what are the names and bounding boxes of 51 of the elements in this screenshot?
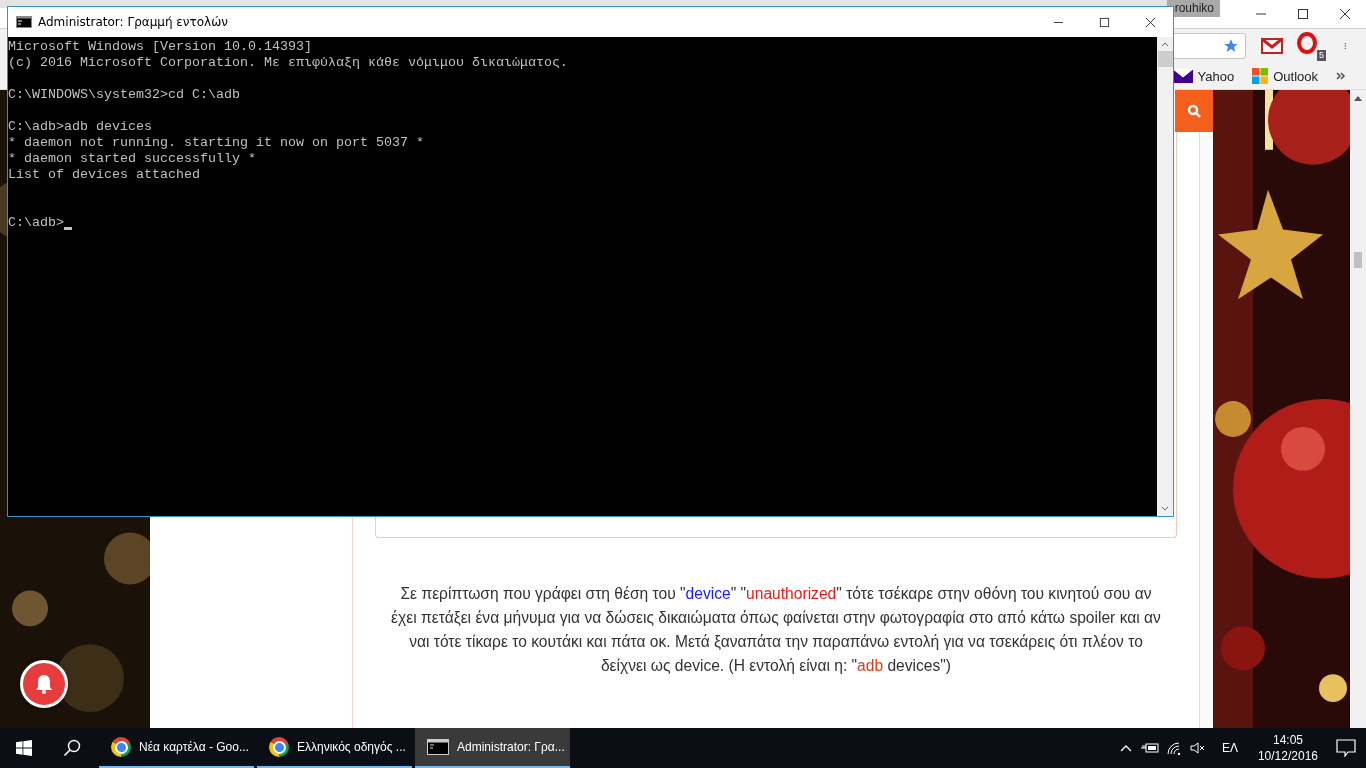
wifi-icon[interactable] xyxy=(1165,741,1182,755)
taskbar-button[interactable]: Administrator: Γρα... xyxy=(415,728,570,768)
windows-logo-icon xyxy=(1252,68,1269,84)
chrome-icon xyxy=(111,737,131,757)
clock-time: 14:05 xyxy=(1272,732,1303,748)
window-title: Administrator: Γραμμή εντολών xyxy=(38,15,229,29)
star-icon[interactable] xyxy=(1223,38,1239,54)
text-cursor xyxy=(64,227,72,230)
search-icon[interactable] xyxy=(63,739,81,757)
taskbar-label: Administrator: Γρα... xyxy=(457,740,565,754)
scroll-thumb[interactable] xyxy=(1157,51,1173,67)
clock[interactable]: 14:05 10/12/2016 xyxy=(1257,732,1318,764)
extension-badge: 5 xyxy=(1317,50,1326,61)
console-line: * daemon started successfully * xyxy=(8,151,256,167)
console-line: List of devices attached xyxy=(8,167,200,183)
taskbar-label: Νέα καρτέλα - Goo... xyxy=(139,740,249,754)
maximize-icon[interactable] xyxy=(1297,8,1309,20)
maximize-icon[interactable] xyxy=(1098,16,1110,28)
windows-logo-icon[interactable] xyxy=(16,740,32,756)
console-line: C:\adb>adb devices xyxy=(8,119,152,135)
address-field[interactable] xyxy=(1174,33,1246,59)
console-line: (c) 2016 Microsoft Corporation. Με επιφύλαξη κάθε νόμιμου δικαιώματος. xyxy=(8,55,568,71)
console-line: Microsoft Windows [Version 10.0.14393] xyxy=(8,39,312,55)
taskbar-label: Ελληνικός οδηγός ... xyxy=(297,740,406,754)
arrow-up-icon[interactable] xyxy=(1354,96,1362,101)
bookmark-link[interactable]: Outlook xyxy=(1273,68,1318,84)
chevron-icon[interactable] xyxy=(1336,72,1346,80)
scrollbar[interactable] xyxy=(1157,37,1173,516)
console-icon xyxy=(16,16,32,28)
console-icon xyxy=(427,739,449,755)
scroll-thumb[interactable] xyxy=(1354,252,1362,268)
language-indicator[interactable]: ΕΛ xyxy=(1221,741,1238,755)
chevron-up-icon[interactable] xyxy=(1119,744,1132,752)
bookmark-link[interactable]: Yahoo xyxy=(1197,68,1235,84)
console-line: C:\WINDOWS\system32>cd C:\adb xyxy=(8,87,240,103)
taskbar-button[interactable]: Νέα καρτέλα - Goo... xyxy=(99,728,254,768)
taskbar-button[interactable]: Ελληνικός οδηγός ... xyxy=(257,728,412,768)
bell-icon xyxy=(33,673,55,695)
close-icon[interactable] xyxy=(1339,8,1351,20)
battery-icon[interactable] xyxy=(1140,742,1159,754)
article-paragraph: Σε περίπτωση που γράφει στη θέση του "device" "unauthorized" τότε τσέκαρε στην οθόνη του κινητού σου αν έχει πετάξει ένα μήνυμα για να δώσεις δικαιώματα όπως φαίνεται στην φωτογραφία στο από κάτω spoiler και αν ναι τότε τίκαρε το κουτάκι και πάτα οκ. Μετά ξαναπάτα την παραπάνω εντολή για να τσεκάρεις ότι πλέον το δείχνει ως device. (Η εντολή είναι η: "adb devices") xyxy=(390,584,1162,676)
search-icon xyxy=(1187,104,1201,118)
console-line: * daemon not running. starting it now on port 5037 * xyxy=(8,135,424,151)
scrollbar[interactable] xyxy=(1350,90,1366,728)
chrome-icon xyxy=(269,737,289,757)
search-button[interactable] xyxy=(1175,90,1213,132)
close-icon[interactable] xyxy=(1144,16,1156,28)
clock-date: 10/12/2016 xyxy=(1257,748,1318,764)
console-prompt: C:\adb> xyxy=(8,215,64,231)
muted-speaker-icon[interactable] xyxy=(1189,742,1206,754)
action-center-icon[interactable] xyxy=(1336,739,1356,757)
